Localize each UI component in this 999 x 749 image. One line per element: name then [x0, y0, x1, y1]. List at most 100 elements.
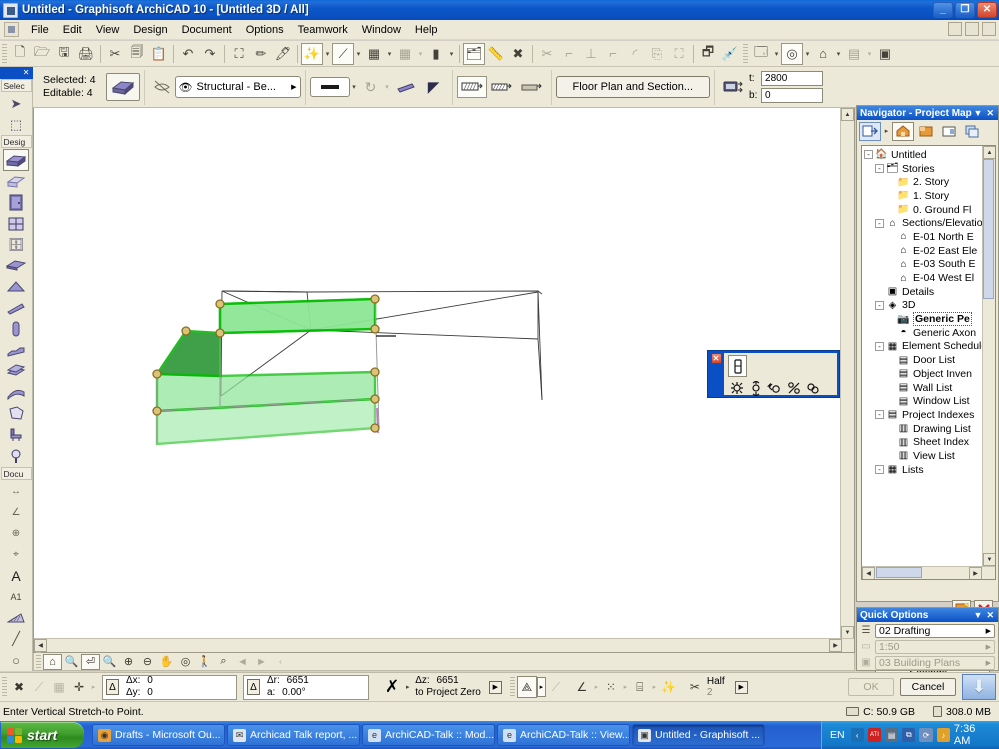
- solid-operations-button[interactable]: 🗗: [697, 43, 719, 65]
- view-map-button[interactable]: [915, 122, 937, 141]
- line-tool[interactable]: ╱: [3, 629, 29, 650]
- 3d-window-dropdown-arrow[interactable]: ▾: [803, 43, 812, 65]
- print-button[interactable]: 🖨: [75, 43, 97, 65]
- fill-type-button-2[interactable]: [487, 76, 517, 98]
- tree-item[interactable]: - ▤ Project Indexes: [864, 408, 995, 422]
- curve-button[interactable]: ◜: [624, 43, 646, 65]
- floor-plan-dropdown-arrow[interactable]: ▾: [772, 43, 781, 65]
- snap-guide-dropdown-arrow[interactable]: ▾: [354, 43, 363, 65]
- forward-view-button[interactable]: ►: [252, 654, 271, 670]
- top-value-field[interactable]: 2800: [761, 71, 824, 86]
- tree-item[interactable]: - 🏠 Untitled: [864, 148, 995, 162]
- tree-scroll-up-arrow[interactable]: ▲: [983, 146, 995, 159]
- trim-button[interactable]: ✂: [536, 43, 558, 65]
- snap-reference-icon[interactable]: ⌸: [630, 676, 650, 698]
- tree-item[interactable]: ◓ Generic Axon: [864, 326, 995, 340]
- tree-item[interactable]: 📁 1. Story: [864, 189, 995, 203]
- tree-item[interactable]: ⌂ E-03 South E: [864, 258, 995, 272]
- mesh-tool[interactable]: [3, 361, 29, 382]
- divide-icon[interactable]: ✂: [685, 676, 705, 698]
- beam-tool[interactable]: [3, 298, 29, 319]
- start-button[interactable]: start: [1, 722, 84, 748]
- tree-item[interactable]: 📁 0. Ground Fl: [864, 203, 995, 217]
- pen-button[interactable]: 🖊: [272, 43, 294, 65]
- zoom-in-button[interactable]: ⊕: [119, 654, 138, 670]
- snap-divisions-expand-button[interactable]: ▶: [734, 680, 748, 694]
- tracker-grip[interactable]: [2, 677, 7, 697]
- tree-item[interactable]: ▤ Wall List: [864, 381, 995, 395]
- window-tool[interactable]: [3, 213, 29, 234]
- tree-expander-icon[interactable]: -: [875, 341, 884, 351]
- group-button[interactable]: ⛶: [668, 43, 690, 65]
- doc-minimize-button[interactable]: [948, 22, 962, 36]
- bottom-value-field[interactable]: 0: [761, 88, 824, 103]
- toolbar-grip[interactable]: [2, 43, 7, 64]
- copy-button[interactable]: 🗐: [126, 43, 148, 65]
- tree-scroll-left-arrow[interactable]: ◀: [862, 567, 875, 579]
- tracker-grip-2[interactable]: [509, 677, 515, 697]
- radial-dimension-tool[interactable]: ⊕: [3, 523, 29, 544]
- angle-bisector-dropdown-arrow[interactable]: ▸: [592, 676, 601, 698]
- grid-dropdown-arrow[interactable]: ▾: [416, 43, 425, 65]
- tree-item[interactable]: ▣ Details: [864, 285, 995, 299]
- tree-item[interactable]: - ◈ 3D: [864, 299, 995, 313]
- fit-selection-button[interactable]: ⌕: [214, 654, 233, 670]
- delta-z-dropdown-arrow[interactable]: ▸: [403, 676, 412, 698]
- grid-snap-dropdown-arrow[interactable]: ▾: [385, 43, 394, 65]
- pencil-button[interactable]: ✏: [250, 43, 272, 65]
- marquee-tool[interactable]: ⬚: [3, 114, 29, 135]
- fit-in-window-button[interactable]: 🔍: [62, 654, 81, 670]
- menu-item-teamwork[interactable]: Teamwork: [291, 22, 355, 38]
- tree-item[interactable]: ⌂ E-04 West El: [864, 271, 995, 285]
- floor-plan-window-button[interactable]: 🗔: [750, 43, 772, 65]
- shell-tool[interactable]: [3, 382, 29, 403]
- special-snap-icon[interactable]: ⁙: [601, 676, 621, 698]
- tree-expander-icon[interactable]: -: [875, 218, 884, 228]
- curtain-wall-tool[interactable]: [3, 171, 29, 192]
- project-map-button[interactable]: [892, 121, 914, 141]
- save-file-button[interactable]: 🖫: [53, 43, 75, 65]
- zone-tool[interactable]: [3, 403, 29, 424]
- pen-thickness-combo[interactable]: [309, 77, 350, 97]
- slab-edge-icon[interactable]: [392, 76, 420, 98]
- navigator-collapse-icon[interactable]: ▼: [974, 108, 983, 119]
- circle-tool[interactable]: ○: [3, 650, 29, 671]
- stair-tool[interactable]: [3, 340, 29, 361]
- wall-tool[interactable]: [3, 149, 29, 171]
- toolbox-close-icon[interactable]: ✕: [0, 67, 33, 79]
- layer-combination-field[interactable]: 02 Drafting ▶: [875, 623, 995, 638]
- tree-item[interactable]: - ⌂ Sections/Elevatio: [864, 216, 995, 230]
- tree-scroll-down-arrow[interactable]: ▼: [983, 553, 995, 566]
- scroll-up-arrow[interactable]: ▲: [841, 108, 854, 121]
- elevate-icon[interactable]: [746, 377, 765, 399]
- split-button[interactable]: ⎘: [646, 43, 668, 65]
- magic-wand-dropdown-arrow[interactable]: ▾: [323, 43, 332, 65]
- tree-item[interactable]: ▤ Object Inven: [864, 367, 995, 381]
- marquee-button[interactable]: ⛶: [228, 43, 250, 65]
- 3d-window-button[interactable]: ◎: [781, 42, 803, 65]
- home-story-icon[interactable]: [719, 76, 749, 98]
- maximize-button[interactable]: ❐: [955, 2, 975, 18]
- slab-tool[interactable]: [3, 255, 29, 276]
- label-tool[interactable]: A1: [3, 586, 29, 607]
- tree-scroll-right-arrow[interactable]: ▶: [969, 567, 982, 579]
- delta-z-expand-button[interactable]: ▶: [488, 680, 502, 694]
- section-window-button[interactable]: ⌂: [812, 43, 834, 65]
- fill-type-button-3[interactable]: [517, 76, 547, 98]
- menu-item-window[interactable]: Window: [355, 22, 408, 38]
- snap-off-icon[interactable]: ✖: [9, 676, 29, 698]
- column-tool[interactable]: [3, 319, 29, 340]
- tree-item[interactable]: 📷 Generic Pe: [864, 312, 995, 327]
- percent-stretch-icon[interactable]: [784, 377, 803, 399]
- pen-dropdown-arrow[interactable]: ▾: [350, 76, 359, 98]
- quick-options-close-icon[interactable]: ✕: [986, 610, 994, 621]
- adjust-button[interactable]: ⌐: [558, 43, 580, 65]
- open-file-button[interactable]: 🗁: [31, 43, 53, 65]
- zoom-marquee-button[interactable]: 🔍: [100, 654, 119, 670]
- arrow-tool[interactable]: ➤: [3, 93, 29, 114]
- delta-polar-field[interactable]: Δ Δr: 6651 a: 0.00°: [243, 674, 369, 700]
- project-map-tree[interactable]: - 🏠 Untitled - 🗂 Stories 📁 2. Story 📁 1. Story 📁 0.…: [861, 145, 996, 580]
- viewnav-grip[interactable]: [36, 651, 41, 672]
- tree-item[interactable]: ▥ Sheet Index: [864, 435, 995, 449]
- taskbar-item-archicad[interactable]: ▣ Untitled - Graphisoft ...: [632, 724, 765, 746]
